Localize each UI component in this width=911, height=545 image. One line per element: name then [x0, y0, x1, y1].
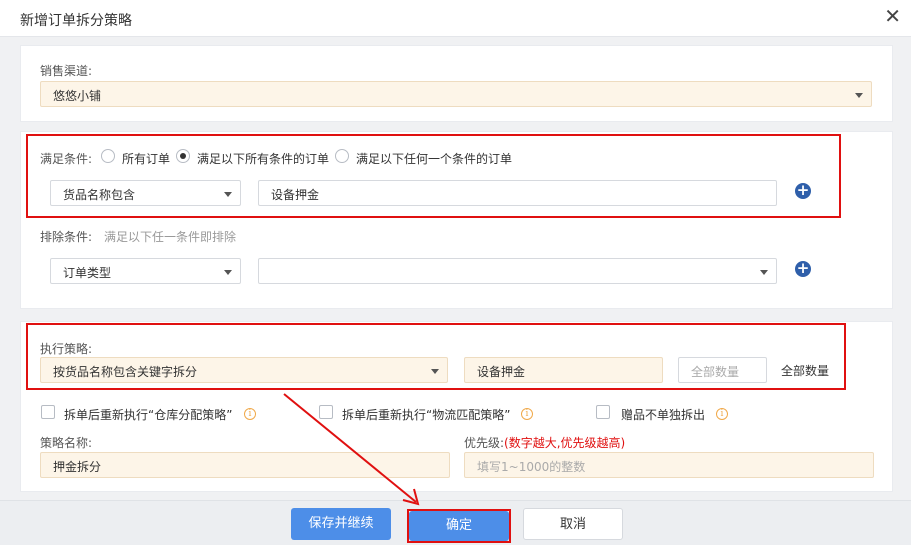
policy-name-label: 策略名称: [40, 436, 93, 450]
info-icon: i [716, 408, 728, 420]
exclusion-field-select[interactable]: 订单类型 [50, 258, 241, 284]
add-exclusion-icon[interactable]: + [795, 261, 811, 277]
confirm-highlight-box [407, 509, 511, 543]
rerun-warehouse-checkbox[interactable] [41, 405, 55, 419]
close-icon[interactable]: ✕ [884, 6, 901, 26]
channel-label: 销售渠道: [40, 64, 93, 78]
exclusion-field-value: 订单类型 [63, 266, 112, 280]
chevron-down-icon [224, 270, 232, 275]
exclusion-value-select[interactable] [258, 258, 777, 284]
cancel-button[interactable]: 取消 [523, 508, 623, 540]
channel-select[interactable]: 悠悠小铺 [40, 81, 872, 107]
info-icon: i [244, 408, 256, 420]
priority-label-text: 优先级: [464, 436, 505, 450]
exclusion-label: 排除条件: [40, 230, 93, 244]
dialog-title: 新增订单拆分策略 [20, 13, 132, 29]
conditions-highlight-box [26, 134, 841, 218]
info-icon: i [521, 408, 533, 420]
rerun-logistics-checkbox[interactable] [319, 405, 333, 419]
dialog-header: 新增订单拆分策略 ✕ [0, 0, 911, 37]
policy-name-input[interactable]: 押金拆分 [40, 452, 450, 478]
chevron-down-icon [855, 93, 863, 98]
save-continue-button[interactable]: 保存并继续 [291, 508, 391, 540]
strategy-highlight-box [26, 323, 846, 390]
exclusion-hint: 满足以下任一条件即排除 [104, 230, 237, 244]
chevron-down-icon [760, 270, 768, 275]
channel-value: 悠悠小铺 [53, 89, 102, 103]
rerun-logistics-label[interactable]: 拆单后重新执行“物流匹配策略” [342, 406, 510, 423]
priority-placeholder: 填写1~1000的整数 [477, 460, 586, 474]
priority-input[interactable]: 填写1~1000的整数 [464, 452, 874, 478]
priority-note: (数字越大,优先级越高) [504, 436, 626, 450]
priority-label: 优先级:(数字越大,优先级越高) [464, 434, 625, 451]
gift-no-split-checkbox[interactable] [596, 405, 610, 419]
rerun-warehouse-label[interactable]: 拆单后重新执行“仓库分配策略” [64, 406, 232, 423]
gift-no-split-label[interactable]: 赠品不单独拆出 [621, 406, 705, 423]
policy-name-text: 押金拆分 [53, 460, 102, 474]
